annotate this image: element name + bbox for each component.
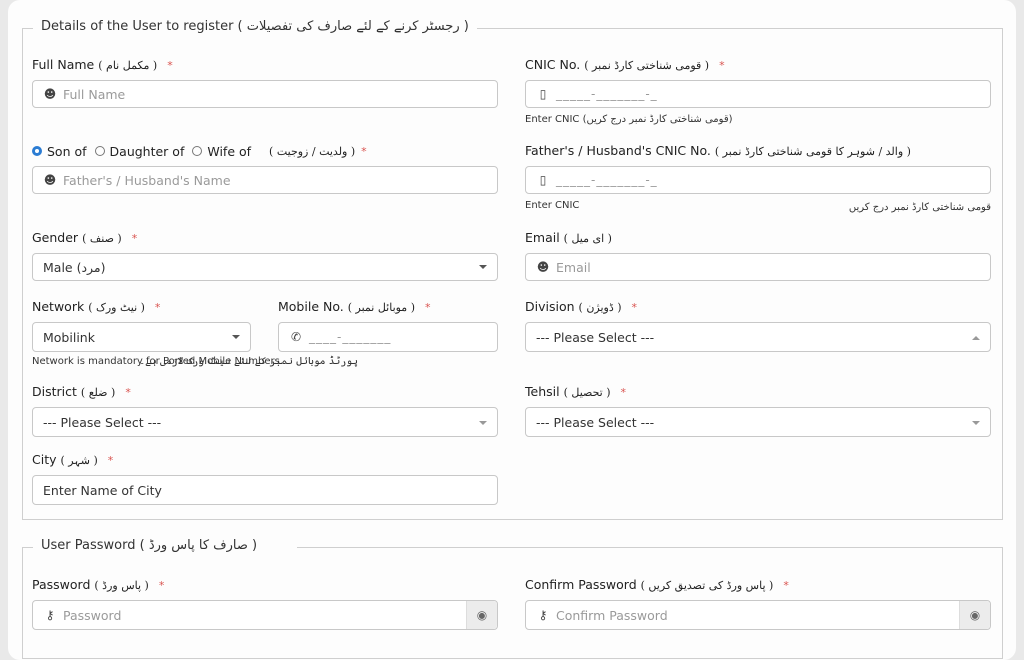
user-icon: ☻ [43,87,57,101]
key-icon: ⚷ [45,608,55,622]
password-legend: User Password ( صارف کا پاس ورڈ ) [33,538,298,553]
radio-daughter-of[interactable]: Daughter of [94,144,184,159]
document-icon: ▯ [539,87,547,101]
full-name-label: Full Name ( مکمل نام ) * [32,57,173,72]
document-icon: ▯ [539,173,547,187]
tehsil-label: Tehsil ( تحصیل ) * [525,384,627,399]
gender-label: Gender ( صنف ) * [32,230,138,245]
mobile-hint-urdu: پورٹڈ موبائل نمبر کے لئے نیٹ ورک لازمی ہ… [139,356,358,367]
password-input[interactable]: ⚷ Password ◉ [32,600,498,630]
eye-icon[interactable]: ◉ [959,601,990,629]
mobile-field: Mobile No. ( موبائل نمبر ) * ✆ ____-____… [139,298,498,367]
confirm-password-label: Confirm Password ( پاس ورڈ کی تصدیق کریں… [525,577,789,592]
radio-wife-of[interactable]: Wife of [192,144,251,159]
gender-select[interactable]: Male (مرد) [32,253,498,281]
user-icon: ☻ [43,173,57,187]
radio-son-of[interactable]: Son of [32,144,87,159]
division-field: Division ( ڈویژن ) * --- Please Select -… [525,298,991,352]
network-field: Network ( نیٹ ورک ) * Mobilink Network i… [32,298,283,367]
guardian-cnic-field: Father's / Husband's CNIC No. ( والد / ش… [525,142,991,213]
chevron-down-icon [479,265,487,269]
cnic-hint: Enter CNIC (قومی شناختی کارڈ نمبر درج کر… [525,114,733,125]
guardian-name-field: Son of Daughter of Wife of ( ولدیت / زوج… [32,142,498,194]
gender-field: Gender ( صنف ) * Male (مرد) [32,229,498,281]
chevron-down-icon [479,421,487,425]
mobile-input[interactable]: ✆ ____-_______ [278,322,498,352]
network-select[interactable]: Mobilink [32,322,251,352]
tehsil-field: Tehsil ( تحصیل ) * --- Please Select --- [525,383,991,437]
district-field: District ( ضلع ) * --- Please Select --- [32,383,498,437]
radio-button[interactable] [192,146,203,156]
confirm-password-input[interactable]: ⚷ Confirm Password ◉ [525,600,991,630]
details-legend: Details of the User to register ( رجسٹر … [33,19,477,34]
confirm-password-field: Confirm Password ( پاس ورڈ کی تصدیق کریں… [525,576,991,630]
city-label: City ( شہر ) * [32,452,114,467]
district-select[interactable]: --- Please Select --- [32,407,498,437]
password-field: Password ( پاس ورڈ ) * ⚷ Password ◉ [32,576,498,630]
tehsil-select[interactable]: --- Please Select --- [525,407,991,437]
guardian-cnic-label: Father's / Husband's CNIC No. ( والد / ش… [525,143,911,158]
password-label: Password ( پاس ورڈ ) * [32,577,165,592]
guardian-cnic-hint-urdu: قومی شناختی کارڈ نمبر درج کریں [848,202,991,213]
radio-button[interactable] [94,146,105,156]
phone-icon: ✆ [290,330,302,344]
mobile-label: Mobile No. ( موبائل نمبر ) * [278,299,431,314]
guardian-cnic-hint: Enter CNIC [525,200,580,211]
chevron-down-icon [972,421,980,425]
relation-radio-group: Son of Daughter of Wife of ( ولدیت / زوج… [32,142,498,160]
guardian-cnic-input[interactable]: ▯ _____-_______-_ [525,166,991,194]
key-icon: ⚷ [538,608,548,622]
user-icon: ☻ [536,260,550,274]
cnic-label: CNIC No. ( قومی شناختی کارڈ نمبر ) * [525,57,725,72]
city-field: City ( شہر ) * Enter Name of City [32,451,498,505]
full-name-field: Full Name ( مکمل نام ) * ☻ Full Name [32,56,498,108]
email-field: Email ( ای میل ) ☻ Email [525,229,991,281]
cnic-input[interactable]: ▯ _____-_______-_ [525,80,991,108]
network-label: Network ( نیٹ ورک ) * [32,299,161,314]
division-label: Division ( ڈویژن ) * [525,299,638,314]
division-select[interactable]: --- Please Select --- [525,322,991,352]
eye-icon[interactable]: ◉ [466,601,497,629]
radio-button[interactable] [32,146,42,156]
chevron-down-icon [232,335,240,339]
guardian-name-input[interactable]: ☻ Father's / Husband's Name [32,166,498,194]
email-label: Email ( ای میل ) [525,230,612,245]
cnic-field: CNIC No. ( قومی شناختی کارڈ نمبر ) * ▯ _… [525,56,991,125]
chevron-up-icon [972,336,980,340]
full-name-input[interactable]: ☻ Full Name [32,80,498,108]
district-label: District ( ضلع ) * [32,384,131,399]
city-input[interactable]: Enter Name of City [32,475,498,505]
email-input[interactable]: ☻ Email [525,253,991,281]
